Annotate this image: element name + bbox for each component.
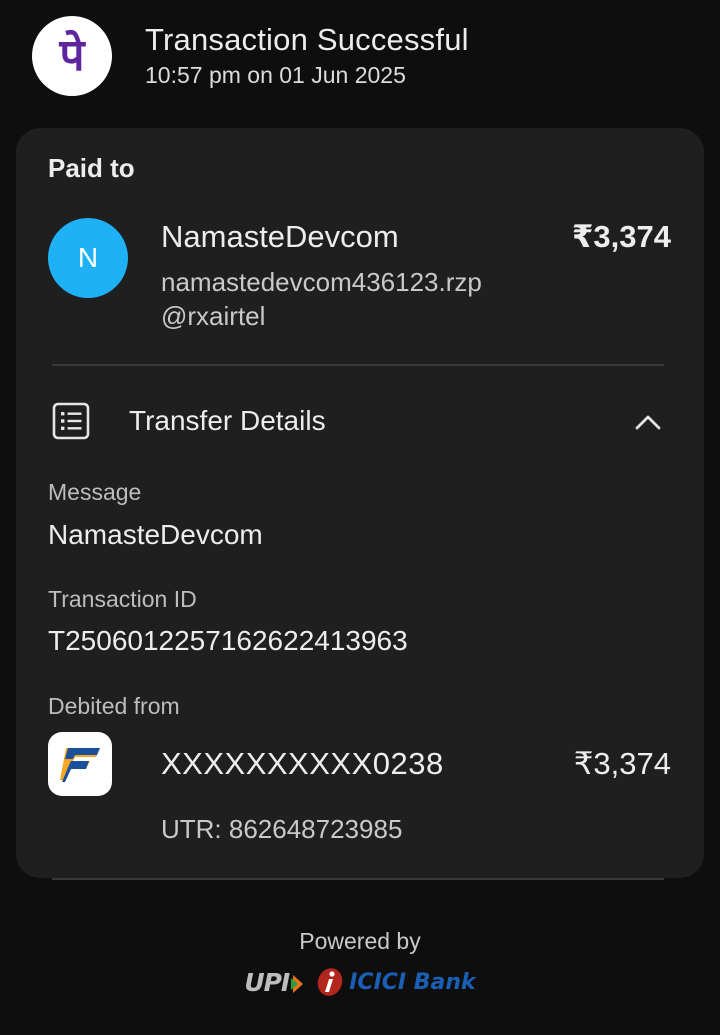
divider [52, 878, 664, 880]
receipt-list-icon [52, 402, 90, 440]
icici-bank-logo-text: ICICI Bank [349, 969, 476, 995]
payee-avatar-initial: N [77, 242, 99, 273]
powered-by-label: Powered by [299, 928, 421, 954]
paid-amount: ₹3,374 [571, 219, 671, 254]
partner-logos: UPI ICICI Bank [0, 966, 720, 998]
transaction-status-title: Transaction Successful [145, 22, 469, 57]
debit-account-number: XXXXXXXXXX0238 [161, 746, 444, 781]
debited-amount: ₹3,374 [573, 746, 671, 781]
payee-name: NamasteDevcom [161, 219, 399, 254]
phonepe-logo-icon: पे [32, 16, 112, 96]
transaction-id-value[interactable]: T2506012257162622413963 [48, 625, 408, 657]
chevron-up-icon[interactable] [632, 406, 664, 438]
debited-from-label: Debited from [48, 693, 180, 719]
payee-vpa: namastedevcom436123.rzp@rxairtel [161, 267, 482, 331]
upi-logo-icon: UPI [244, 968, 305, 997]
transfer-details-title[interactable]: Transfer Details [129, 405, 326, 437]
icici-bank-logo-icon: ICICI Bank [315, 966, 476, 998]
transaction-details-screen: पे Transaction Successful 10:57 pm on 01… [0, 0, 720, 1035]
transaction-card: Paid to N NamasteDevcom ₹3,374 namastede… [16, 128, 704, 878]
message-label: Message [48, 479, 142, 505]
paid-to-label: Paid to [48, 153, 135, 183]
upi-logo-text: UPI [244, 967, 290, 997]
federal-bank-logo-icon [48, 732, 112, 796]
message-value: NamasteDevcom [48, 519, 263, 550]
utr-number[interactable]: UTR: 862648723985 [161, 814, 402, 845]
payee-avatar[interactable]: N [48, 218, 128, 298]
transaction-datetime: 10:57 pm on 01 Jun 2025 [145, 62, 406, 88]
divider [52, 364, 664, 366]
app-logo-glyph: पे [59, 30, 85, 81]
transaction-id-label: Transaction ID [48, 586, 197, 612]
